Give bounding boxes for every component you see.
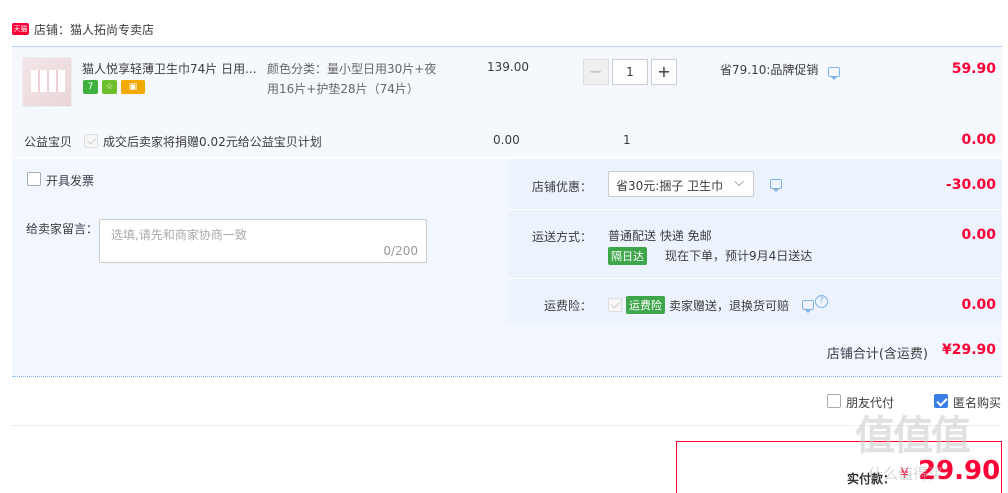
promo-info-icon[interactable] (828, 67, 840, 80)
message-placeholder: 选填,请先和商家协商一致 (111, 228, 247, 242)
shipping-method: 普通配送 快递 免邮 (608, 229, 712, 243)
sku-label: 颜色分类： (267, 62, 328, 76)
shop-total-label: 店铺合计(含运费) (826, 347, 928, 362)
invoice-checkbox[interactable] (27, 172, 41, 186)
sku-value-line2: 用16片+护垫28片（74片） (267, 82, 419, 96)
charity-price: 0.00 (493, 133, 520, 147)
message-input[interactable]: 选填,请先和商家协商一致 0/200 (99, 219, 427, 263)
card-payment-icon: ▣ (121, 80, 145, 94)
shipping-amount: 0.00 (961, 227, 996, 243)
product-title[interactable]: 猫人悦享轻薄卫生巾74片 日用... (82, 60, 262, 77)
quantity-plus-button[interactable]: + (651, 59, 677, 85)
insurance-row: 运费险： 运费险 卖家赠送，退换货可赔 ? 0.00 (508, 279, 1002, 323)
next-day-tag: 隔日达 (608, 247, 647, 265)
insurance-checkbox (608, 298, 622, 312)
insurance-chat-icon[interactable] (802, 300, 814, 313)
watermark-text: 什么值得买 (868, 465, 944, 483)
promo-text: 省79.10:品牌促销 (720, 63, 819, 77)
insurance-amount: 0.00 (961, 297, 996, 313)
tmall-logo-icon: 天猫 (12, 23, 29, 35)
message-counter: 0/200 (383, 244, 418, 258)
invoice-label[interactable]: 开具发票 (46, 172, 94, 189)
shop-discount-select[interactable]: 省30元:捆子 卫生巾 ⌵ (608, 171, 754, 197)
unit-price: 139.00 (487, 60, 529, 74)
insurance-text: 卖家赠送，退换货可赔 (669, 299, 790, 313)
divider (12, 425, 1002, 426)
shop-name[interactable]: 店铺：猫人拓尚专卖店 (34, 21, 154, 38)
message-label: 给卖家留言： (26, 222, 99, 236)
quantity-input[interactable]: 1 (612, 59, 648, 85)
guarantee-icon: ☆ (102, 80, 117, 94)
quantity-minus-button[interactable]: − (583, 59, 609, 85)
shipping-label: 运送方式： (532, 230, 593, 244)
discount-info-icon[interactable] (770, 179, 782, 192)
order-item: 猫人悦享轻薄卫生巾74片 日用... 7 ☆ ▣ 颜色分类： 量小型日用30片+… (12, 46, 1002, 157)
charity-text: 成交后卖家将捐赠0.02元给公益宝贝计划 (103, 135, 322, 149)
friend-pay-checkbox[interactable] (827, 394, 841, 408)
sku-value-line1: 量小型日用30片+夜 (327, 62, 437, 76)
shop-discount-row: 店铺优惠： 省30元:捆子 卫生巾 ⌵ -30.00 (508, 159, 1002, 209)
chevron-down-icon: ⌵ (734, 175, 744, 190)
help-icon[interactable]: ? (815, 295, 828, 308)
product-thumbnail[interactable] (22, 57, 72, 107)
shop-header: 天猫 店铺：猫人拓尚专卖店 (0, 0, 1008, 46)
insurance-tag: 运费险 (626, 296, 665, 314)
insurance-label: 运费险： (544, 299, 593, 313)
item-subtotal: 59.90 (951, 61, 996, 77)
shop-total-amount: ¥29.90 (941, 342, 996, 358)
charity-qty: 1 (623, 133, 631, 147)
watermark-logo: 值值值 (855, 413, 971, 459)
seven-day-return-icon: 7 (83, 80, 98, 94)
charity-checkbox (84, 134, 98, 148)
charity-subtotal: 0.00 (961, 132, 996, 148)
order-options: 开具发票 给卖家留言： 选填,请先和商家协商一致 0/200 店铺优惠： 省30… (12, 159, 1002, 377)
shipping-row: 运送方式： 普通配送 快递 免邮 隔日达 现在下单，预计9月4日送达 0.00 (508, 210, 1002, 278)
shop-discount-amount: -30.00 (945, 177, 996, 193)
shipping-eta: 现在下单，预计9月4日送达 (665, 249, 813, 263)
shop-discount-label: 店铺优惠： (532, 180, 593, 194)
shop-discount-selected: 省30元:捆子 卫生巾 (616, 179, 724, 193)
charity-label: 公益宝贝 (24, 135, 73, 149)
